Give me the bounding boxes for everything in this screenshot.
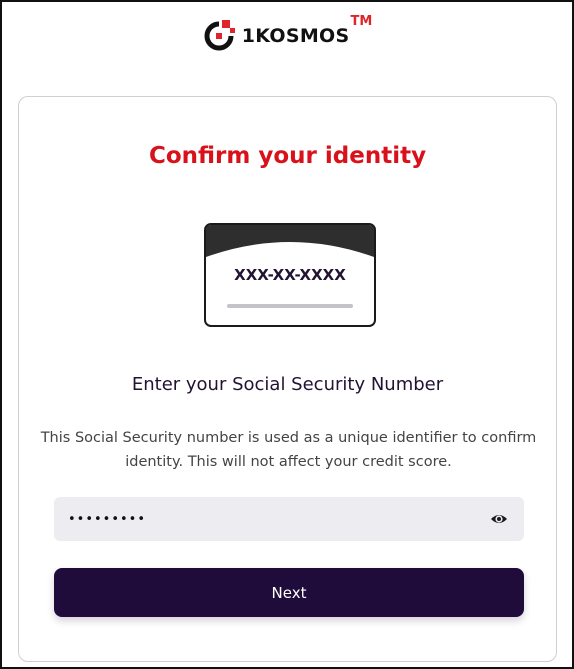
ssn-card-icon: XXX-XX-XXXX bbox=[204, 223, 376, 327]
header: 1KOSMOS TM bbox=[2, 2, 572, 72]
brand-name: 1KOSMOS bbox=[241, 25, 350, 47]
identity-card: Confirm your identity XXX-XX-XXXX Enter … bbox=[18, 96, 557, 662]
next-button[interactable]: Next bbox=[54, 568, 524, 617]
trademark-mark: TM bbox=[350, 14, 373, 29]
brand-logo: 1KOSMOS TM bbox=[202, 14, 372, 53]
page-title: Confirm your identity bbox=[148, 143, 427, 169]
ssn-description: This Social Security number is used as a… bbox=[40, 430, 537, 470]
ssn-field bbox=[54, 497, 524, 541]
1kosmos-logo-icon bbox=[204, 20, 235, 51]
ssn-input[interactable] bbox=[54, 497, 474, 541]
app-frame: 1KOSMOS TM Confirm your identity XXX-XX-… bbox=[0, 0, 574, 669]
ssn-mask-text: XXX-XX-XXXX bbox=[234, 266, 346, 284]
eye-icon[interactable] bbox=[490, 510, 508, 528]
ssn-prompt: Enter your Social Security Number bbox=[131, 374, 444, 395]
